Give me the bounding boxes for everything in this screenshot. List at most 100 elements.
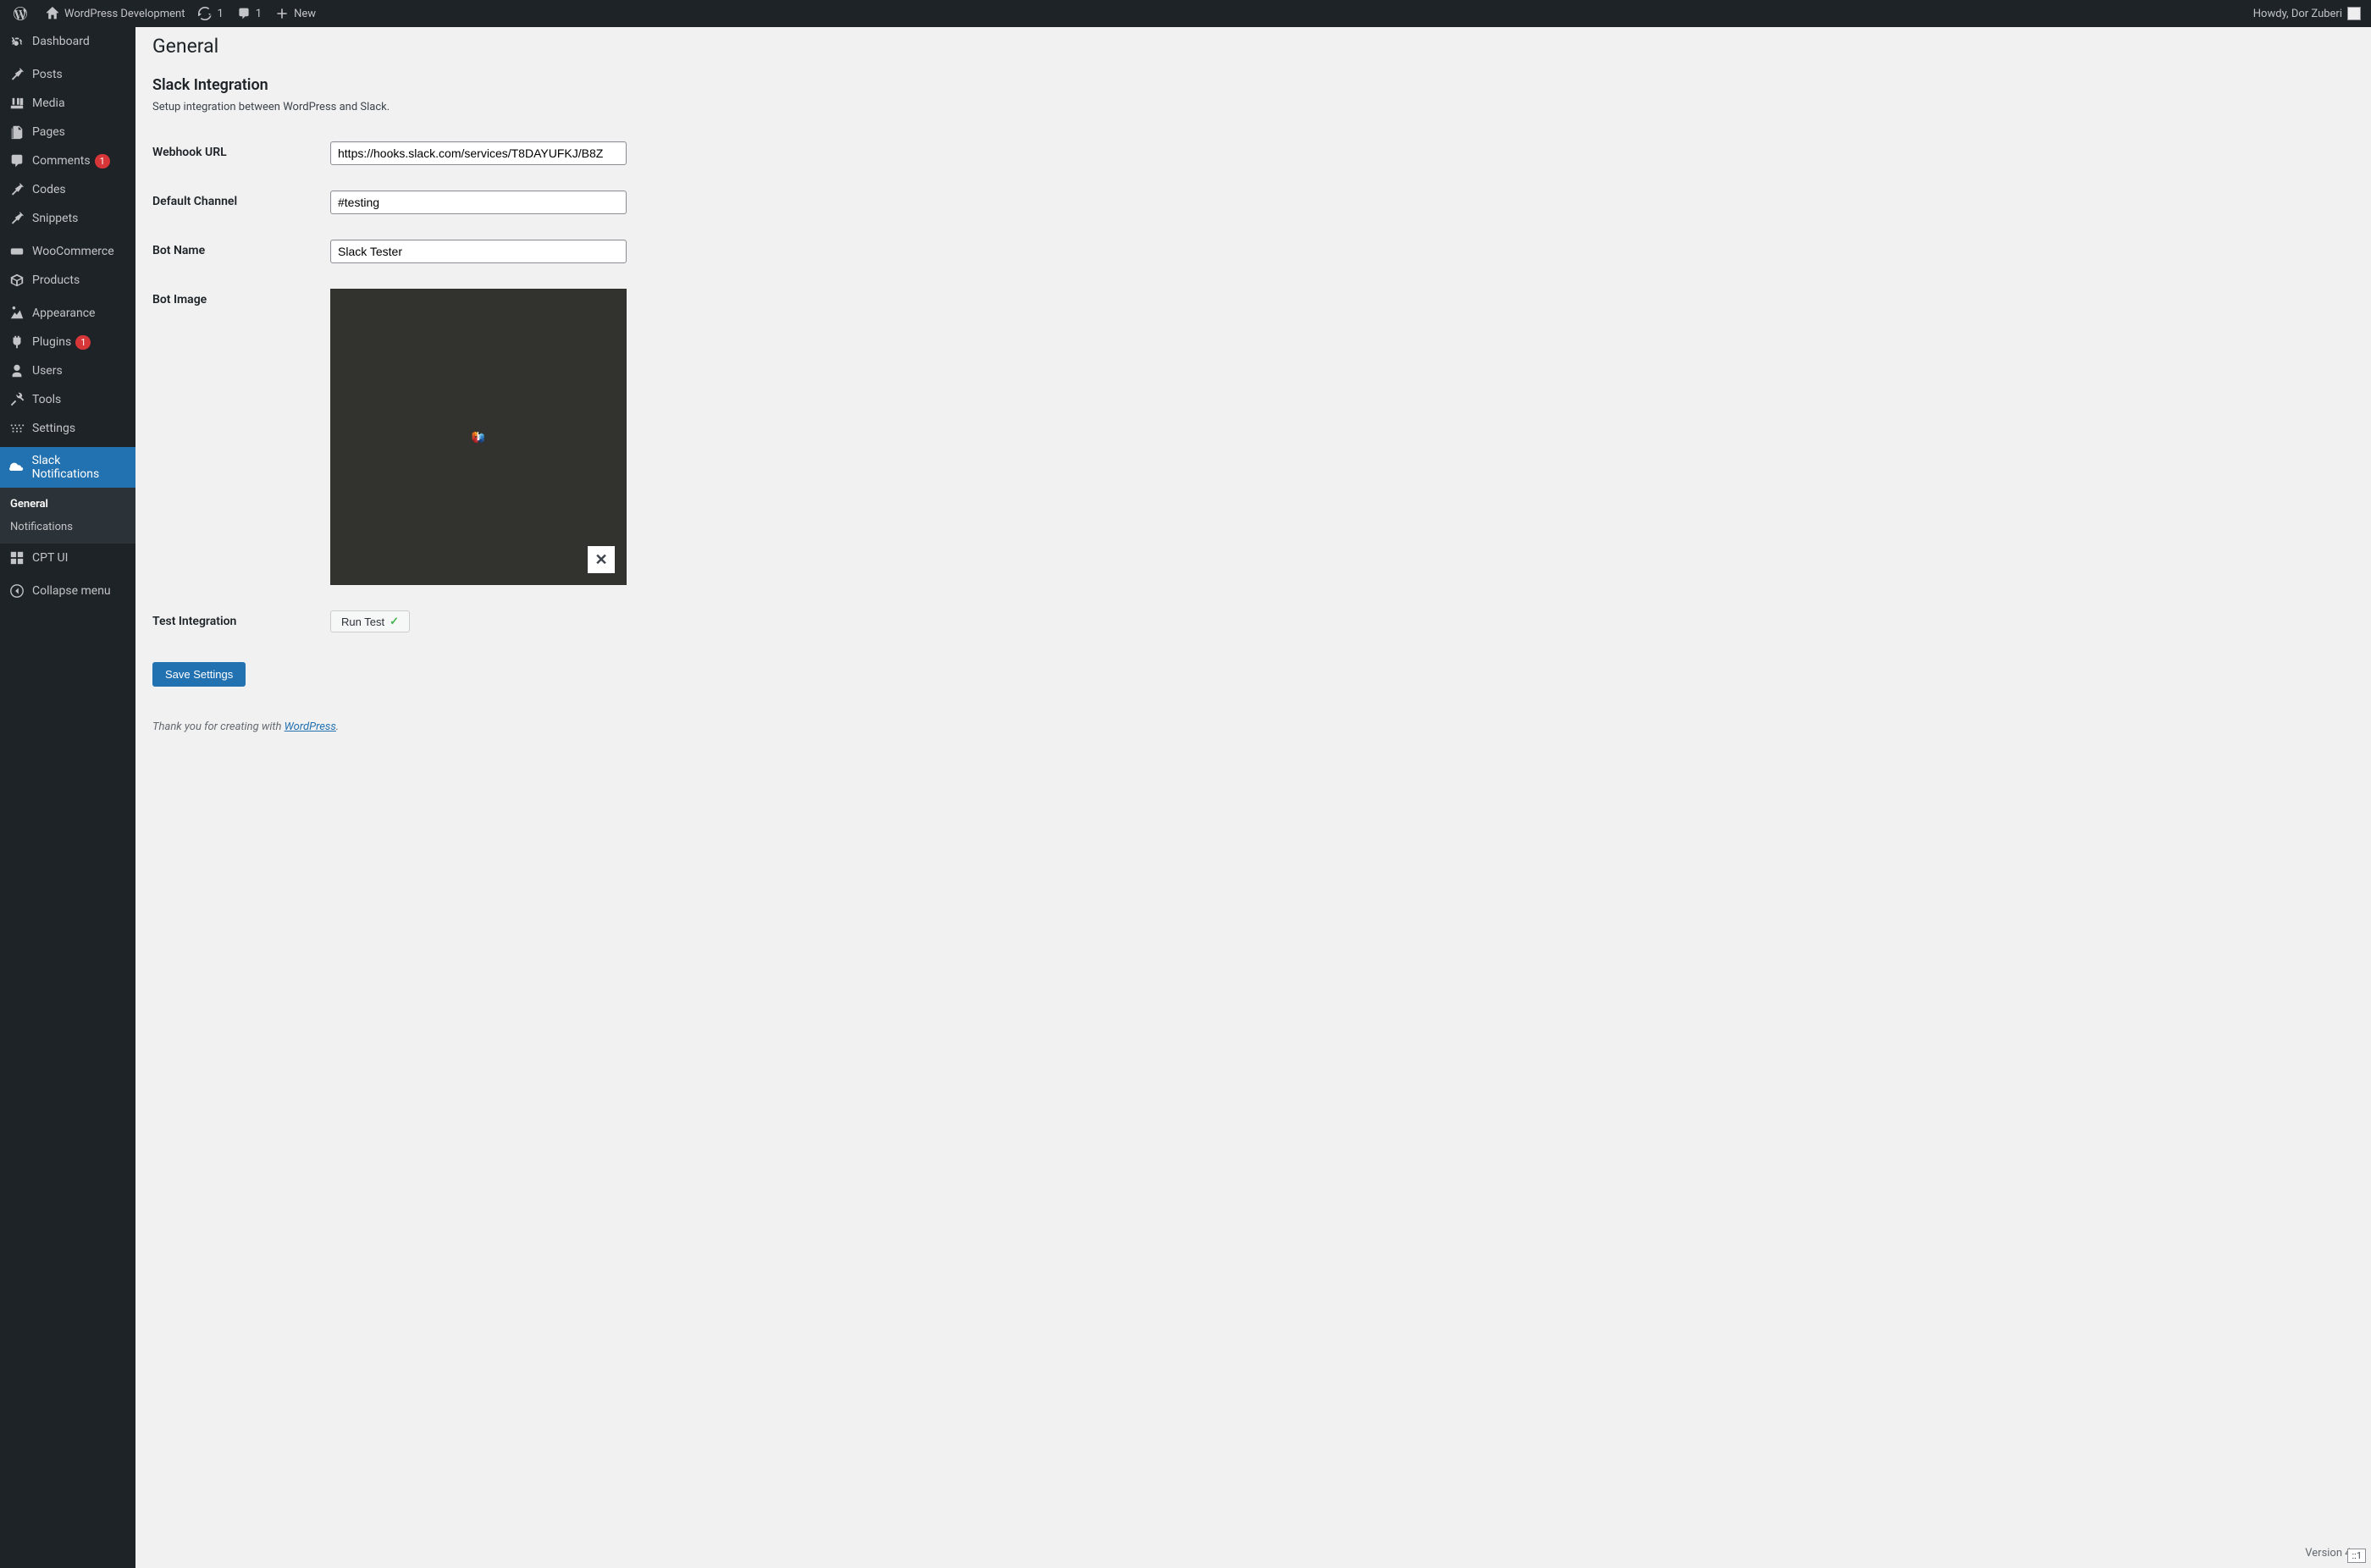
sidebar-label: Products: [32, 273, 80, 287]
pin-icon: [8, 182, 25, 197]
page-title: General: [152, 27, 2354, 61]
pin-icon: [8, 211, 25, 226]
test-label: Test Integration: [152, 598, 322, 645]
new-link[interactable]: New: [268, 0, 323, 27]
botimage-label: Bot Image: [152, 276, 322, 598]
section-title: Slack Integration: [152, 76, 2354, 94]
plus-icon: [275, 7, 289, 20]
sidebar-label: Media: [32, 97, 65, 110]
version-text: Version 4.: [2305, 1547, 2354, 1560]
updates-count: 1: [217, 8, 223, 20]
media-icon: [8, 96, 25, 111]
sidebar-label: Dashboard: [32, 35, 90, 48]
close-icon: ✕: [594, 551, 607, 569]
sidebar-item-media[interactable]: Media: [0, 89, 135, 118]
corner-debug: ::1: [2347, 1549, 2366, 1563]
admin-sidebar: Dashboard Posts Media Pages Comments 1 C…: [0, 27, 135, 1568]
bot-image-preview[interactable]: ✕: [330, 289, 627, 585]
pin-icon: [8, 67, 25, 82]
submenu-general[interactable]: General: [0, 493, 135, 516]
sidebar-item-woocommerce[interactable]: WooCommerce: [0, 237, 135, 266]
sidebar-collapse[interactable]: Collapse menu: [0, 577, 135, 605]
botname-label: Bot Name: [152, 227, 322, 276]
run-test-button[interactable]: Run Test ✓: [330, 610, 410, 632]
botname-input[interactable]: [330, 240, 627, 263]
admin-bar: WordPress Development 1 1 New Howdy, Dor…: [0, 0, 2371, 27]
sidebar-item-settings[interactable]: Settings: [0, 414, 135, 443]
sidebar-item-dashboard[interactable]: Dashboard: [0, 27, 135, 56]
home-icon: [46, 7, 59, 20]
run-test-label: Run Test: [341, 616, 384, 628]
tools-icon: [8, 392, 25, 407]
wordpress-icon: [14, 7, 27, 20]
content-area: General Slack Integration Setup integrat…: [135, 27, 2371, 1568]
webhook-input[interactable]: [330, 141, 627, 165]
sidebar-label: WooCommerce: [32, 245, 114, 258]
section-description: Setup integration between WordPress and …: [152, 101, 2354, 113]
update-icon: [198, 7, 212, 20]
bot-logo-hexagon: [471, 429, 486, 444]
comments-link[interactable]: 1: [230, 0, 268, 27]
channel-label: Default Channel: [152, 178, 322, 227]
sidebar-item-products[interactable]: Products: [0, 266, 135, 295]
sidebar-label: Plugins: [32, 335, 71, 349]
sidebar-label: CPT UI: [32, 551, 68, 565]
sidebar-label: Codes: [32, 183, 66, 196]
footer: Thank you for creating with WordPress.: [152, 721, 2354, 733]
sidebar-item-codes[interactable]: Codes: [0, 175, 135, 204]
sidebar-item-pages[interactable]: Pages: [0, 118, 135, 146]
sidebar-label: Appearance: [32, 306, 95, 320]
collapse-icon: [8, 583, 25, 599]
wp-logo-button[interactable]: [7, 0, 39, 27]
sidebar-label: Settings: [32, 422, 75, 435]
site-name: WordPress Development: [64, 8, 185, 20]
settings-icon: [8, 421, 25, 436]
sidebar-label: Collapse menu: [32, 584, 111, 598]
sidebar-label: Tools: [32, 393, 61, 406]
cloud-icon: [8, 460, 25, 475]
avatar: [2347, 7, 2361, 20]
site-link[interactable]: WordPress Development: [39, 0, 191, 27]
dashboard-icon: [8, 34, 25, 49]
check-icon: ✓: [390, 615, 399, 628]
comment-icon: [8, 153, 25, 168]
sidebar-label: Users: [32, 364, 63, 378]
comments-badge: 1: [95, 154, 110, 168]
sidebar-item-cpt-ui[interactable]: CPT UI: [0, 544, 135, 572]
submenu-notifications[interactable]: Notifications: [0, 516, 135, 538]
sidebar-item-posts[interactable]: Posts: [0, 60, 135, 89]
sidebar-item-users[interactable]: Users: [0, 356, 135, 385]
sidebar-label: Comments: [32, 154, 91, 168]
products-icon: [8, 273, 25, 288]
comment-icon: [237, 7, 251, 20]
sidebar-item-comments[interactable]: Comments 1: [0, 146, 135, 175]
webhook-label: Webhook URL: [152, 129, 322, 178]
users-icon: [8, 363, 25, 378]
cpt-icon: [8, 550, 25, 566]
channel-input[interactable]: [330, 190, 627, 214]
sidebar-item-snippets[interactable]: Snippets: [0, 204, 135, 233]
sidebar-label: Snippets: [32, 212, 78, 225]
comments-count: 1: [256, 8, 262, 20]
sidebar-label: Pages: [32, 125, 65, 139]
new-label: New: [294, 8, 316, 20]
wordpress-link[interactable]: WordPress: [285, 721, 336, 733]
plugins-badge: 1: [75, 335, 91, 350]
pages-icon: [8, 124, 25, 140]
remove-image-button[interactable]: ✕: [588, 546, 615, 573]
sidebar-item-slack-notifications[interactable]: Slack Notifications: [0, 447, 135, 488]
sidebar-item-appearance[interactable]: Appearance: [0, 299, 135, 328]
sidebar-submenu: General Notifications: [0, 488, 135, 544]
sidebar-label: Slack Notifications: [32, 454, 129, 481]
sidebar-item-tools[interactable]: Tools: [0, 385, 135, 414]
appearance-icon: [8, 306, 25, 321]
save-settings-button[interactable]: Save Settings: [152, 662, 246, 687]
sidebar-item-plugins[interactable]: Plugins 1: [0, 328, 135, 356]
woo-icon: [8, 244, 25, 259]
howdy-text: Howdy, Dor Zuberi: [2253, 8, 2342, 20]
footer-period: .: [336, 721, 339, 733]
account-link[interactable]: Howdy, Dor Zuberi: [2253, 7, 2364, 20]
plugins-icon: [8, 334, 25, 350]
sidebar-label: Posts: [32, 68, 63, 81]
updates-link[interactable]: 1: [191, 0, 229, 27]
